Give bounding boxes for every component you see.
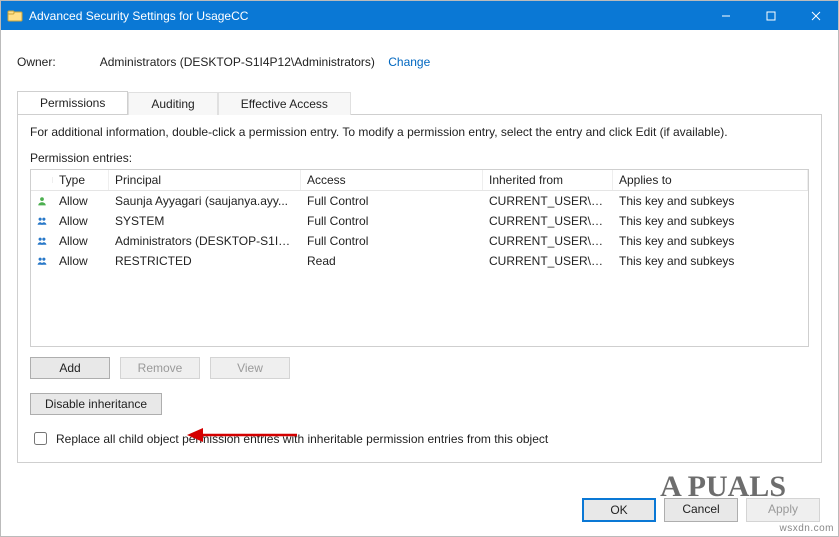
change-owner-link[interactable]: Change bbox=[388, 55, 430, 69]
close-button[interactable] bbox=[793, 1, 838, 30]
principal-icon bbox=[31, 211, 53, 231]
titlebar-left: Advanced Security Settings for UsageCC bbox=[7, 8, 248, 24]
principal-icon bbox=[31, 231, 53, 251]
tab-row: Permissions Auditing Effective Access bbox=[17, 91, 822, 114]
cell-principal: Administrators (DESKTOP-S1I4P1... bbox=[109, 232, 301, 250]
entries-label: Permission entries: bbox=[30, 151, 809, 165]
replace-label: Replace all child object permission entr… bbox=[56, 432, 548, 446]
site-watermark: wsxdn.com bbox=[779, 523, 834, 534]
cell-principal: Saunja Ayyagari (saujanya.ayy... bbox=[109, 192, 301, 210]
cell-principal: SYSTEM bbox=[109, 212, 301, 230]
apply-button: Apply bbox=[746, 498, 820, 522]
cell-inherited: CURRENT_USER\SOFTWA... bbox=[483, 192, 613, 210]
col-inherited[interactable]: Inherited from bbox=[483, 170, 613, 190]
owner-value: Administrators (DESKTOP-S1I4P12\Administ… bbox=[100, 55, 375, 69]
cell-applies: This key and subkeys bbox=[613, 192, 808, 210]
cell-access: Full Control bbox=[301, 212, 483, 230]
disable-inheritance-button[interactable]: Disable inheritance bbox=[30, 393, 162, 415]
maximize-button[interactable] bbox=[748, 1, 793, 30]
cell-principal: RESTRICTED bbox=[109, 252, 301, 270]
cell-inherited: CURRENT_USER\SOFTWA... bbox=[483, 212, 613, 230]
table-row[interactable]: AllowSYSTEMFull ControlCURRENT_USER\SOFT… bbox=[31, 211, 808, 231]
ok-button[interactable]: OK bbox=[582, 498, 656, 522]
table-header: Type Principal Access Inherited from App… bbox=[31, 170, 808, 191]
cell-type: Allow bbox=[53, 252, 109, 270]
footer-buttons: OK Cancel Apply bbox=[582, 498, 820, 522]
cell-access: Read bbox=[301, 252, 483, 270]
col-icon bbox=[31, 177, 53, 183]
permission-table[interactable]: Type Principal Access Inherited from App… bbox=[30, 169, 809, 347]
tab-auditing[interactable]: Auditing bbox=[128, 92, 217, 115]
tab-effective-access[interactable]: Effective Access bbox=[218, 92, 351, 115]
cell-access: Full Control bbox=[301, 192, 483, 210]
tab-pane: For additional information, double-click… bbox=[17, 114, 822, 463]
col-applies[interactable]: Applies to bbox=[613, 170, 808, 190]
table-body: AllowSaunja Ayyagari (saujanya.ayy...Ful… bbox=[31, 191, 808, 271]
cell-inherited: CURRENT_USER\SOFTWA... bbox=[483, 252, 613, 270]
cell-access: Full Control bbox=[301, 232, 483, 250]
content: Owner: Administrators (DESKTOP-S1I4P12\A… bbox=[1, 30, 838, 536]
replace-checkbox[interactable] bbox=[34, 432, 47, 445]
col-type[interactable]: Type bbox=[53, 170, 109, 190]
table-row[interactable]: AllowRESTRICTEDReadCURRENT_USER\SOFTWA..… bbox=[31, 251, 808, 271]
principal-icon bbox=[31, 251, 53, 271]
window-controls bbox=[703, 1, 838, 30]
entry-buttons: Add Remove View bbox=[30, 357, 809, 379]
col-access[interactable]: Access bbox=[301, 170, 483, 190]
owner-row: Owner: Administrators (DESKTOP-S1I4P12\A… bbox=[17, 55, 822, 69]
remove-button: Remove bbox=[120, 357, 200, 379]
cell-type: Allow bbox=[53, 212, 109, 230]
cell-type: Allow bbox=[53, 192, 109, 210]
minimize-button[interactable] bbox=[703, 1, 748, 30]
cell-applies: This key and subkeys bbox=[613, 232, 808, 250]
table-row[interactable]: AllowAdministrators (DESKTOP-S1I4P1...Fu… bbox=[31, 231, 808, 251]
folder-shield-icon bbox=[7, 8, 23, 24]
principal-icon bbox=[31, 191, 53, 211]
cell-applies: This key and subkeys bbox=[613, 252, 808, 270]
col-principal[interactable]: Principal bbox=[109, 170, 301, 190]
table-row[interactable]: AllowSaunja Ayyagari (saujanya.ayy...Ful… bbox=[31, 191, 808, 211]
cell-inherited: CURRENT_USER\SOFTWA... bbox=[483, 232, 613, 250]
cancel-button[interactable]: Cancel bbox=[664, 498, 738, 522]
titlebar: Advanced Security Settings for UsageCC bbox=[1, 1, 838, 30]
cell-applies: This key and subkeys bbox=[613, 212, 808, 230]
replace-row: Replace all child object permission entr… bbox=[30, 429, 809, 448]
cell-type: Allow bbox=[53, 232, 109, 250]
info-text: For additional information, double-click… bbox=[30, 125, 809, 139]
add-button[interactable]: Add bbox=[30, 357, 110, 379]
tab-permissions[interactable]: Permissions bbox=[17, 91, 128, 114]
view-button: View bbox=[210, 357, 290, 379]
window-title: Advanced Security Settings for UsageCC bbox=[29, 9, 248, 23]
owner-label: Owner: bbox=[17, 55, 56, 69]
window: Advanced Security Settings for UsageCC O… bbox=[0, 0, 839, 537]
